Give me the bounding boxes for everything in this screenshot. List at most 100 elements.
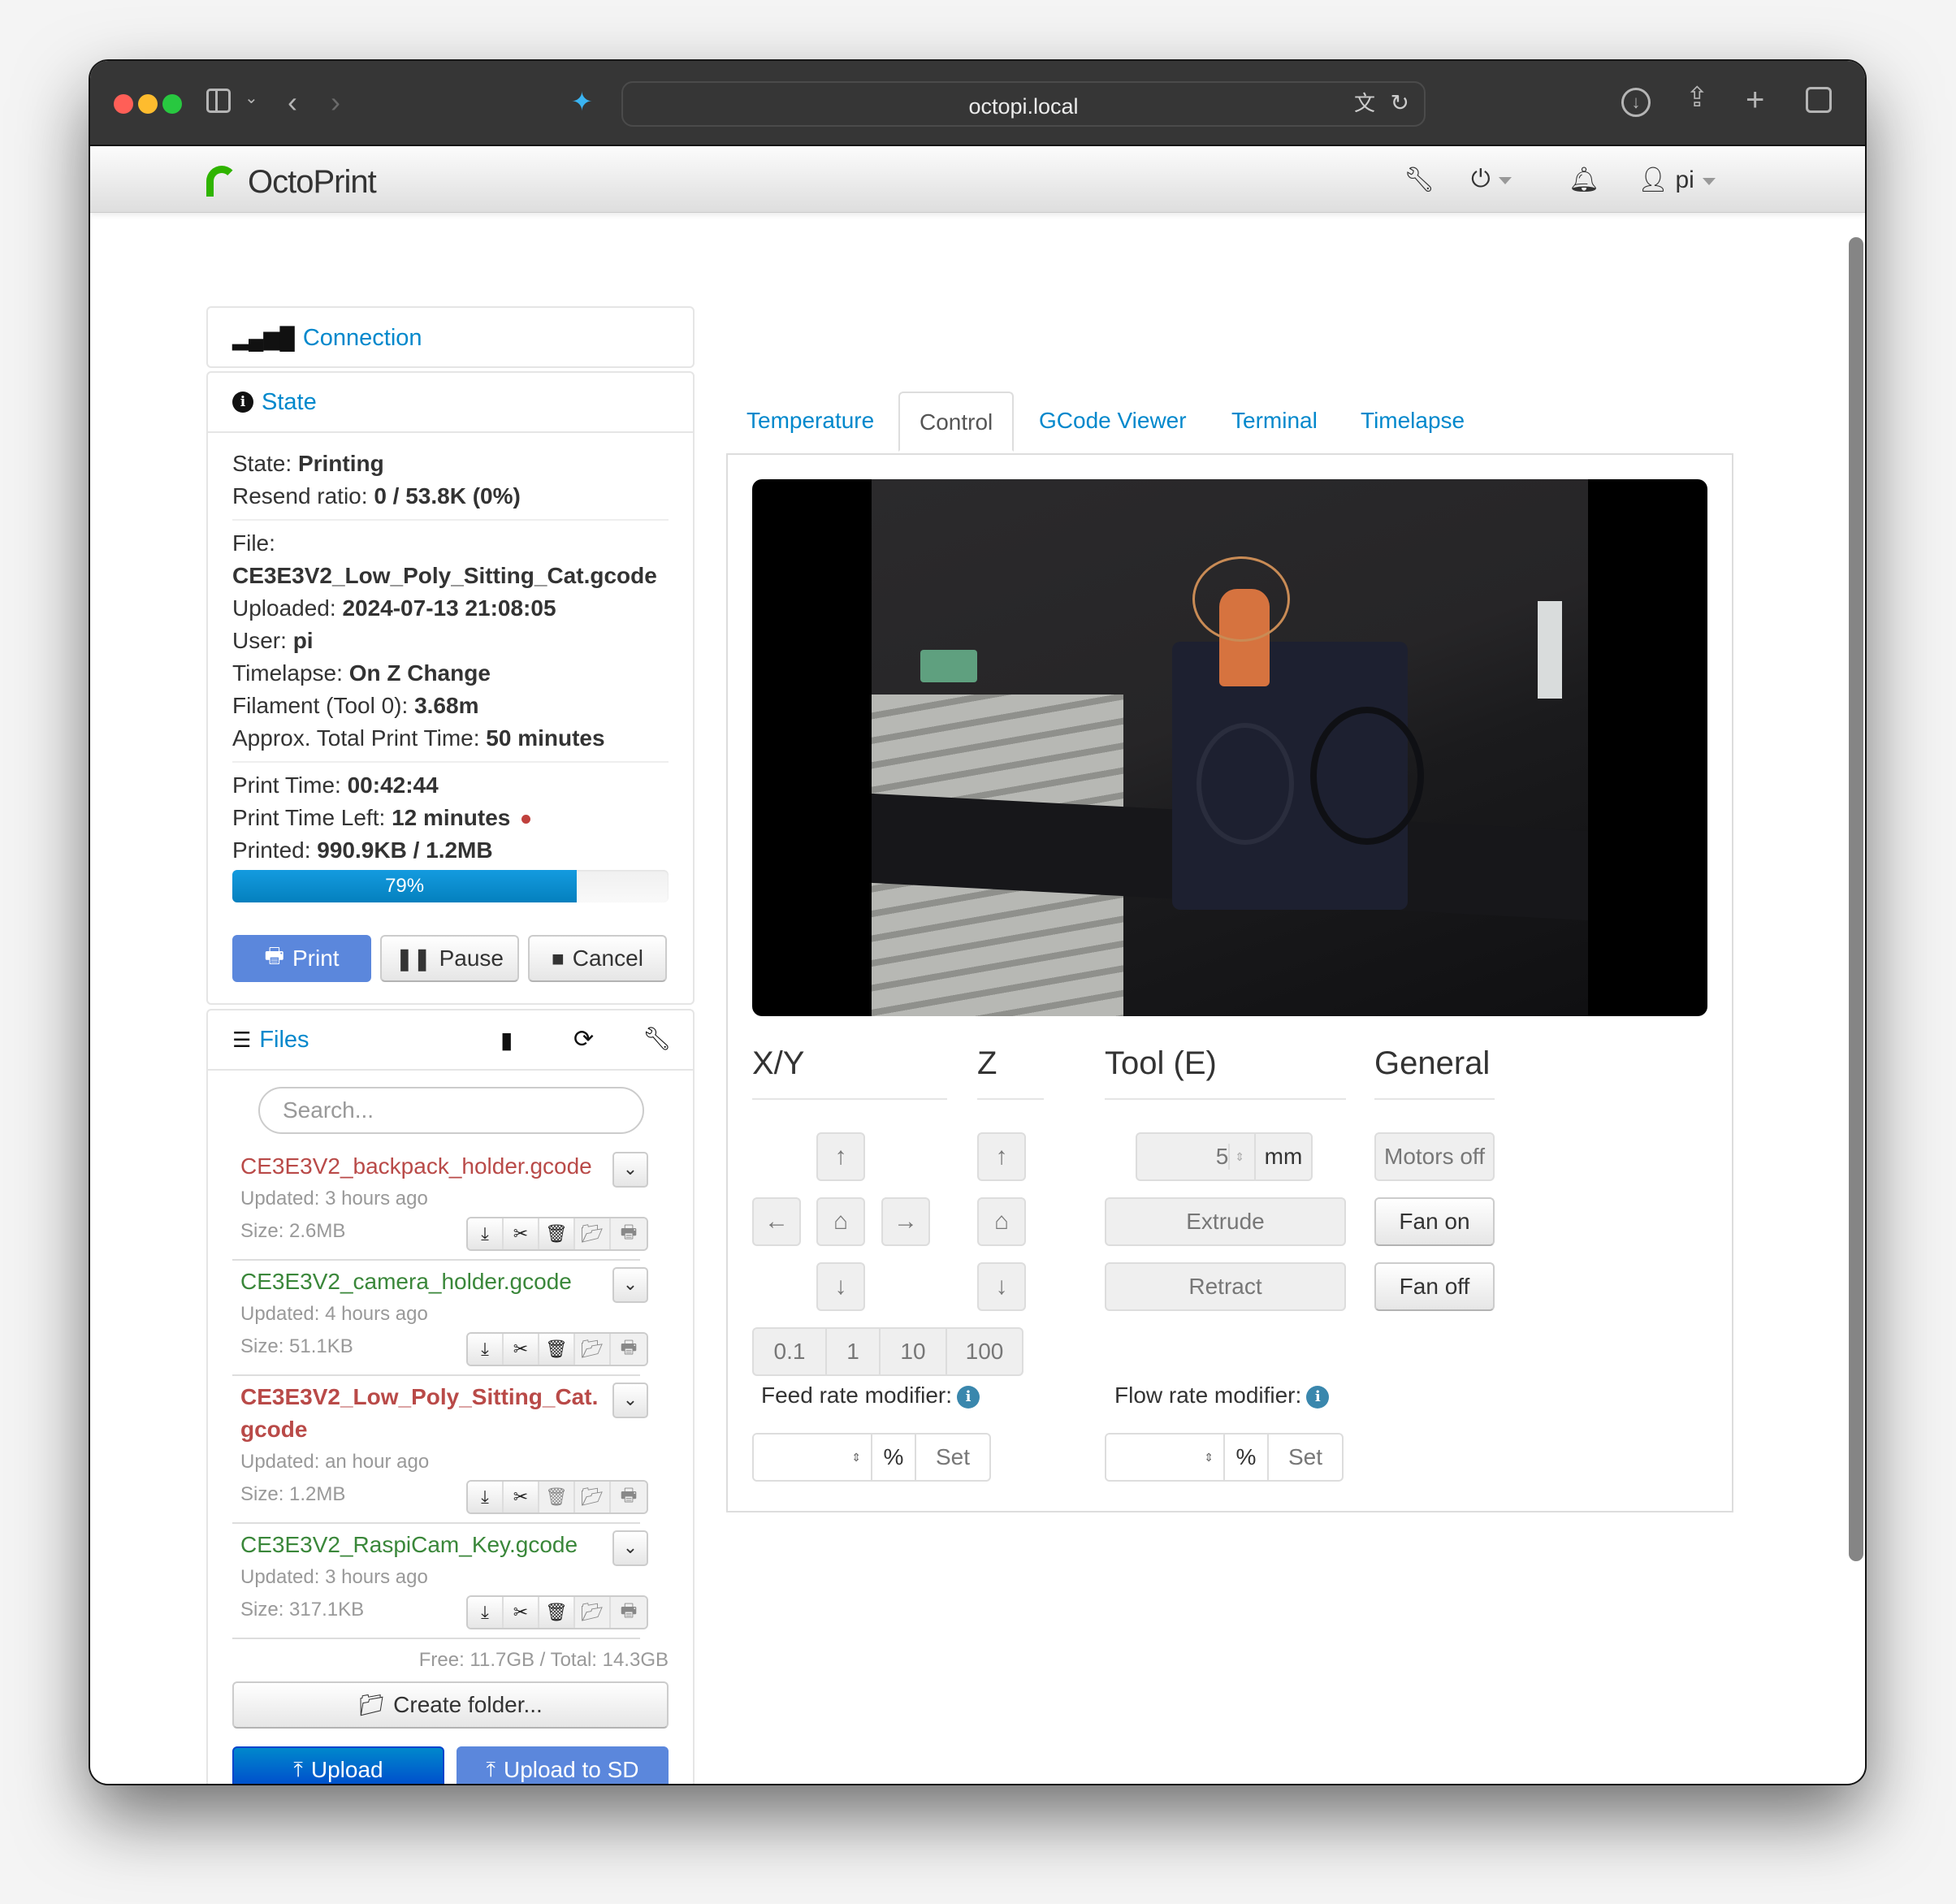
- extrude-amount-input[interactable]: 5 ⇕: [1137, 1134, 1256, 1179]
- info-icon[interactable]: i: [957, 1385, 980, 1409]
- system-power-menu[interactable]: ⏻: [1471, 166, 1512, 193]
- file-name[interactable]: CE3E3V2_Low_Poly_Sitting_Cat. gcode: [240, 1381, 598, 1446]
- file-dropdown-chevron-icon[interactable]: ⌄: [612, 1530, 648, 1566]
- slice-scissors-icon[interactable]: ✂: [504, 1218, 539, 1249]
- step-size-1[interactable]: 1: [827, 1329, 881, 1374]
- refresh-icon[interactable]: ⟳: [573, 1025, 594, 1054]
- file-item[interactable]: CE3E3V2_Low_Poly_Sitting_Cat. gcode ⌄ Upd…: [240, 1381, 648, 1514]
- step-size-0-1[interactable]: 0.1: [754, 1329, 827, 1374]
- jog-x-minus-button[interactable]: ←: [752, 1197, 801, 1246]
- back-icon[interactable]: ‹: [288, 88, 297, 117]
- print-file-icon[interactable]: 🖶︎: [611, 1482, 647, 1512]
- browser-toolbar: ⌄ ‹ › ✦ octopi.local 文 ↻ ↓ ⇪ +: [90, 61, 1865, 146]
- sd-card-icon[interactable]: ▮: [500, 1027, 513, 1054]
- fan-on-button[interactable]: Fan on: [1374, 1197, 1495, 1246]
- print-file-icon[interactable]: 🖶︎: [611, 1334, 647, 1365]
- slice-scissors-icon[interactable]: ✂: [504, 1482, 539, 1512]
- share-icon[interactable]: ⇪: [1686, 84, 1709, 111]
- jog-z-minus-button[interactable]: ↓: [977, 1262, 1026, 1311]
- new-tab-icon[interactable]: +: [1746, 84, 1764, 116]
- feed-rate-set-button[interactable]: Set: [916, 1434, 989, 1480]
- file-actions: ⤓ ✂ 🗑︎ 📂︎ 🖶︎: [466, 1480, 648, 1514]
- motors-off-button[interactable]: Motors off: [1374, 1132, 1495, 1181]
- download-icon[interactable]: ⤓: [468, 1482, 504, 1512]
- trash-icon[interactable]: 🗑︎: [539, 1218, 575, 1249]
- settings-wrench-icon[interactable]: 🔧︎: [1404, 166, 1435, 194]
- user-icon: 👤︎: [1638, 167, 1669, 193]
- slice-scissors-icon[interactable]: ✂: [504, 1334, 539, 1365]
- pause-button[interactable]: ❚❚ Pause: [380, 935, 519, 982]
- translate-icon[interactable]: 文: [1354, 93, 1375, 114]
- file-name[interactable]: CE3E3V2_backpack_holder.gcode: [240, 1150, 598, 1183]
- downloads-icon[interactable]: ↓: [1621, 88, 1651, 117]
- file-item[interactable]: CE3E3V2_camera_holder.gcode ⌄ Updated: 4…: [240, 1266, 648, 1366]
- extrude-button[interactable]: Extrude: [1105, 1197, 1346, 1246]
- jog-y-minus-button[interactable]: ↓: [816, 1262, 865, 1311]
- brand-name[interactable]: OctoPrint: [248, 164, 377, 201]
- file-item[interactable]: CE3E3V2_RaspiCam_Key.gcode ⌄ Updated: 3 …: [240, 1529, 648, 1629]
- file-name[interactable]: CE3E3V2_camera_holder.gcode: [240, 1266, 598, 1298]
- connection-header[interactable]: ▂▄▆█ Connection: [208, 308, 693, 368]
- forward-icon[interactable]: ›: [331, 88, 340, 117]
- tab-terminal[interactable]: Terminal: [1231, 392, 1318, 452]
- close-window-button[interactable]: [114, 94, 133, 114]
- trash-icon[interactable]: 🗑︎: [539, 1597, 575, 1628]
- wrench-icon[interactable]: 🔧︎: [643, 1025, 672, 1052]
- notifications-bell-icon[interactable]: 🔔︎: [1569, 166, 1599, 194]
- file-name[interactable]: CE3E3V2_RaspiCam_Key.gcode: [240, 1529, 598, 1561]
- tab-control[interactable]: Control: [898, 392, 1015, 452]
- page-scrollbar[interactable]: [1849, 237, 1863, 1561]
- file-dropdown-chevron-icon[interactable]: ⌄: [612, 1267, 648, 1303]
- load-folder-icon[interactable]: 📂︎: [575, 1482, 611, 1512]
- step-size-100[interactable]: 100: [947, 1329, 1022, 1374]
- user-menu[interactable]: 👤︎ pi: [1638, 166, 1716, 194]
- print-file-icon[interactable]: 🖶︎: [611, 1597, 647, 1628]
- jog-y-plus-button[interactable]: ↑: [816, 1132, 865, 1181]
- feed-rate-input[interactable]: ⇕: [754, 1434, 872, 1480]
- slice-scissors-icon[interactable]: ✂: [504, 1597, 539, 1628]
- maximize-window-button[interactable]: [162, 94, 182, 114]
- download-icon[interactable]: ⤓: [468, 1334, 504, 1365]
- file-item[interactable]: CE3E3V2_backpack_holder.gcode ⌄ Updated:…: [240, 1150, 648, 1251]
- cancel-button[interactable]: ■ Cancel: [528, 935, 667, 982]
- file-dropdown-chevron-icon[interactable]: ⌄: [612, 1152, 648, 1188]
- print-button[interactable]: 🖶︎ Print: [232, 935, 371, 982]
- load-folder-icon[interactable]: 📂︎: [575, 1218, 611, 1249]
- tab-gcode-viewer[interactable]: GCode Viewer: [1039, 392, 1187, 452]
- file-search-input[interactable]: Search...: [258, 1087, 644, 1134]
- jog-x-plus-button[interactable]: →: [881, 1197, 930, 1246]
- tab-timelapse[interactable]: Timelapse: [1361, 392, 1465, 452]
- tabs-overview-icon[interactable]: [1806, 87, 1832, 113]
- load-folder-icon[interactable]: 📂︎: [575, 1334, 611, 1365]
- reload-icon[interactable]: ↻: [1391, 92, 1409, 115]
- estimate-quality-dot[interactable]: [521, 815, 531, 824]
- home-z-button[interactable]: ⌂: [977, 1197, 1026, 1246]
- upload-sd-button[interactable]: ⤒ Upload to SD: [457, 1746, 669, 1784]
- arrow-up-icon: ↑: [834, 1143, 847, 1170]
- create-folder-button[interactable]: 📁︎ Create folder...: [232, 1681, 669, 1729]
- download-icon[interactable]: ⤓: [468, 1597, 504, 1628]
- octoprint-extension-icon[interactable]: ✦: [571, 89, 593, 115]
- files-header[interactable]: ☰ Files ▮ ⟳ 🔧︎: [208, 1010, 693, 1071]
- tab-temperature[interactable]: Temperature: [746, 392, 874, 452]
- sidebar-toggle-icon[interactable]: [206, 89, 231, 113]
- info-icon[interactable]: i: [1306, 1385, 1330, 1409]
- file-dropdown-chevron-icon[interactable]: ⌄: [612, 1383, 648, 1418]
- download-icon[interactable]: ⤓: [468, 1218, 504, 1249]
- jog-z-plus-button[interactable]: ↑: [977, 1132, 1026, 1181]
- fan-off-button[interactable]: Fan off: [1374, 1262, 1495, 1311]
- home-xy-button[interactable]: ⌂: [816, 1197, 865, 1246]
- upload-button[interactable]: ⤒ Upload: [232, 1746, 444, 1784]
- flow-rate-input[interactable]: ⇕: [1106, 1434, 1225, 1480]
- minimize-window-button[interactable]: [138, 94, 158, 114]
- retract-button[interactable]: Retract: [1105, 1262, 1346, 1311]
- load-folder-icon[interactable]: 📂︎: [575, 1597, 611, 1628]
- state-header[interactable]: i State: [208, 373, 693, 433]
- print-file-icon[interactable]: 🖶︎: [611, 1218, 647, 1249]
- address-bar[interactable]: octopi.local 文 ↻: [621, 81, 1426, 127]
- flow-rate-set-button[interactable]: Set: [1269, 1434, 1342, 1480]
- chevron-down-icon[interactable]: ⌄: [244, 90, 258, 106]
- step-size-10[interactable]: 10: [881, 1329, 947, 1374]
- trash-icon[interactable]: 🗑︎: [539, 1334, 575, 1365]
- trash-icon[interactable]: 🗑︎: [539, 1482, 575, 1512]
